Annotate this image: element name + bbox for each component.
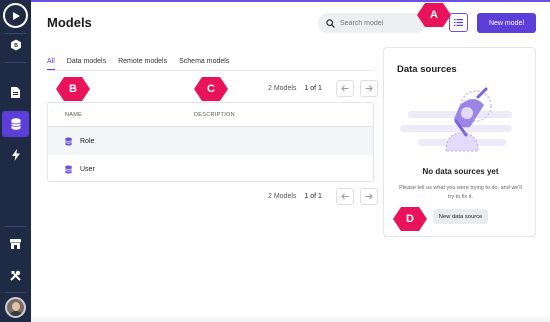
search-box[interactable] <box>318 13 426 33</box>
sidebar-item-pages[interactable] <box>0 79 31 105</box>
sidebar-item-actions[interactable] <box>0 142 31 168</box>
pagination-top: 2 Models 1 of 1 <box>268 80 384 97</box>
search-input[interactable] <box>340 19 420 27</box>
empty-state-message: Please tell us what you were trying to d… <box>399 185 522 200</box>
empty-state-title: No data sources yet <box>422 167 499 176</box>
callout-label: A <box>430 9 438 21</box>
sidebar-divider <box>5 226 26 227</box>
bottom-shadow <box>31 314 550 322</box>
tab-remote-models[interactable]: Remote models <box>118 58 167 70</box>
models-table: NAME DESCRIPTION Role User <box>47 102 374 182</box>
data-sources-title: Data sources <box>397 64 457 75</box>
next-page-button[interactable] <box>359 188 378 205</box>
sidebar-divider <box>5 292 26 293</box>
page-indicator: 1 of 1 <box>304 85 322 92</box>
page-title: Models <box>47 15 92 30</box>
lightning-icon <box>11 149 20 161</box>
callout-marker-a: A <box>417 3 451 27</box>
prev-page-button[interactable] <box>335 188 354 205</box>
tabs-divider <box>47 70 374 71</box>
sidebar-divider <box>5 62 26 63</box>
list-view-button[interactable] <box>449 13 468 32</box>
sidebar-item-data[interactable] <box>2 111 29 137</box>
callout-label: D <box>406 213 414 225</box>
table-row[interactable]: User <box>48 155 373 183</box>
database-icon <box>10 118 21 130</box>
arrow-right-icon <box>365 85 373 92</box>
list-icon <box>454 19 463 26</box>
empty-state-illustration <box>400 87 512 152</box>
callout-marker-d: D <box>393 207 427 231</box>
tab-schema-models[interactable]: Schema models <box>179 58 229 70</box>
callout-label: C <box>207 83 215 95</box>
search-icon <box>326 18 335 28</box>
column-header-name[interactable]: NAME <box>65 112 82 118</box>
app-logo-play-icon[interactable] <box>3 3 28 28</box>
store-icon <box>10 238 21 249</box>
sidebar-item-settings[interactable] <box>0 262 31 288</box>
column-header-description: DESCRIPTION <box>194 112 235 118</box>
sidebar: B <box>0 0 31 322</box>
workspace-hexagon-icon: B <box>10 39 21 51</box>
callout-marker-c: C <box>194 77 228 101</box>
svg-text:B: B <box>14 43 18 49</box>
prev-page-button[interactable] <box>335 80 354 97</box>
callout-label: B <box>69 83 77 95</box>
callout-marker-b: B <box>56 77 90 101</box>
top-accent-bar <box>31 0 550 2</box>
model-count: 2 Models <box>268 85 297 92</box>
page-indicator: 1 of 1 <box>304 193 322 200</box>
model-tabs: All Data models Remote models Schema mod… <box>47 58 241 70</box>
table-header: NAME DESCRIPTION <box>48 103 373 127</box>
sidebar-item-marketplace[interactable] <box>0 230 31 256</box>
model-count: 2 Models <box>268 193 297 200</box>
tools-icon <box>10 270 21 281</box>
model-name: User <box>80 165 95 173</box>
next-page-button[interactable] <box>359 80 378 97</box>
new-model-button[interactable]: New model <box>477 13 536 33</box>
arrow-right-icon <box>365 193 373 200</box>
database-icon <box>65 164 72 174</box>
tab-data-models[interactable]: Data models <box>67 58 106 70</box>
database-icon <box>65 136 72 146</box>
arrow-left-icon <box>341 85 349 92</box>
sidebar-item-workspace[interactable]: B <box>0 32 31 58</box>
page-icon <box>11 86 20 98</box>
model-name: Role <box>80 137 95 145</box>
pagination-bottom: 2 Models 1 of 1 <box>268 188 384 205</box>
user-avatar[interactable] <box>5 297 26 318</box>
new-data-source-button[interactable]: New data source <box>433 209 488 224</box>
table-row[interactable]: Role <box>48 127 373 155</box>
arrow-left-icon <box>341 193 349 200</box>
tab-all[interactable]: All <box>47 58 55 70</box>
